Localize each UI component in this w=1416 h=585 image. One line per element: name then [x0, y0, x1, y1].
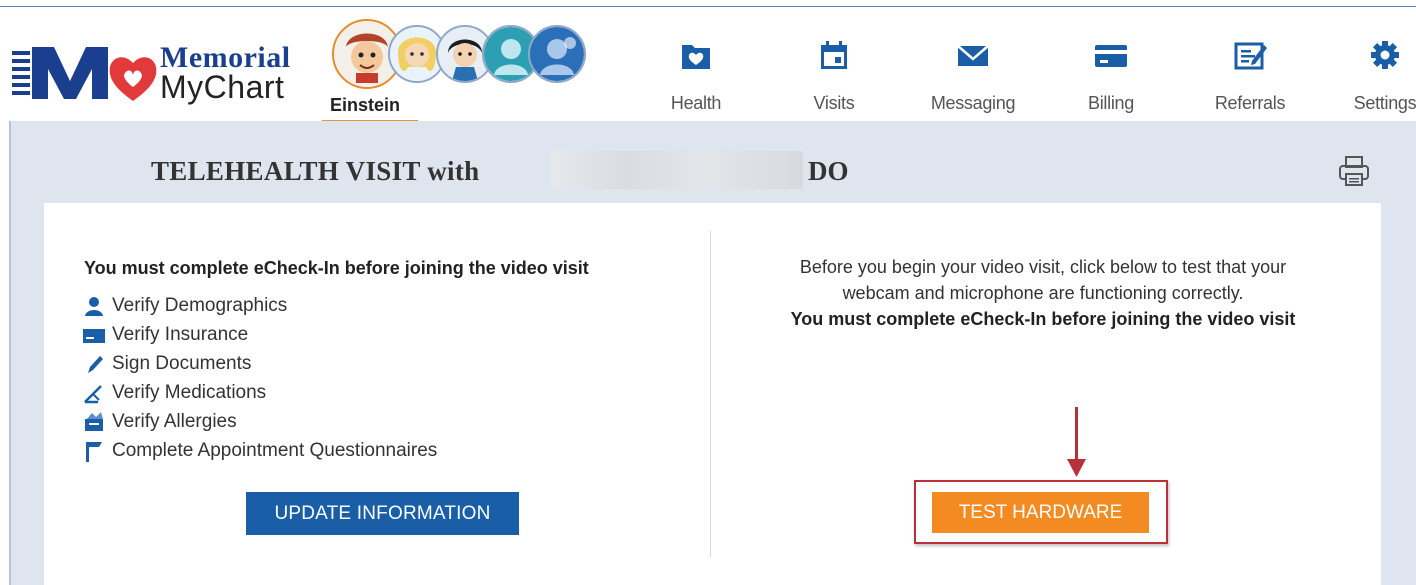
instructions-warning: You must complete eCheck-In before joini…: [790, 309, 1296, 329]
annotation-arrow-down-icon: [1067, 407, 1086, 477]
credit-card-icon: [1095, 45, 1127, 67]
logo-m-heart-icon: [12, 47, 157, 101]
echeckin-checklist: Verify Demographics Verify Insurance Sig…: [82, 291, 437, 465]
provider-credential: DO: [808, 156, 849, 186]
list-item[interactable]: Verify Medications: [82, 378, 437, 407]
list-item[interactable]: Sign Documents: [82, 349, 437, 378]
nav-referrals-label: Referrals: [1214, 93, 1286, 113]
logo-text-mychart: MyChart: [160, 69, 285, 105]
nav-settings[interactable]: Settings: [1325, 35, 1416, 114]
telehealth-card: You must complete eCheck-In before joini…: [44, 203, 1381, 585]
instructions-line-2: webcam and microphone are functioning co…: [842, 283, 1244, 303]
nav-billing-label: Billing: [1088, 93, 1134, 113]
list-item[interactable]: Verify Allergies: [82, 407, 437, 436]
page-title: TELEHEALTH VISIT with: [151, 156, 480, 186]
echeckin-heading: You must complete eCheck-In before joini…: [84, 258, 589, 278]
avatar-blue[interactable]: [528, 25, 586, 83]
nav-visits-label: Visits: [813, 93, 855, 113]
envelope-icon: [957, 45, 989, 66]
account-name[interactable]: Einstein: [330, 95, 400, 116]
nav-referrals[interactable]: Referrals: [1190, 35, 1310, 114]
nav-billing[interactable]: Billing: [1051, 35, 1171, 114]
redacted-provider-name: [551, 151, 803, 189]
memorial-mychart-logo[interactable]: Memorial MyChart: [12, 43, 312, 107]
header: Memorial MyChart Einstein Health Visits …: [0, 7, 1416, 124]
nav-settings-label: Settings: [1353, 93, 1416, 113]
nav-messaging-label: Messaging: [930, 93, 1016, 113]
list-item[interactable]: Verify Insurance: [82, 320, 437, 349]
list-item-label: Verify Demographics: [112, 294, 288, 316]
print-icon[interactable]: [1336, 153, 1372, 189]
panel-divider: [710, 231, 711, 557]
instructions-line-1: Before you begin your video visit, click…: [799, 257, 1287, 277]
hardware-instructions: Before you begin your video visit, click…: [712, 254, 1374, 332]
questionnaire-icon: [86, 441, 102, 462]
pen-icon: [88, 355, 103, 373]
test-hardware-button[interactable]: TEST HARDWARE: [932, 492, 1149, 533]
update-information-button[interactable]: UPDATE INFORMATION: [246, 492, 519, 535]
nav-visits[interactable]: Visits: [774, 35, 894, 114]
list-item[interactable]: Verify Demographics: [82, 291, 437, 320]
medication-icon: [84, 384, 102, 403]
list-item[interactable]: Complete Appointment Questionnaires: [82, 436, 437, 465]
list-item-label: Verify Medications: [112, 381, 267, 403]
proxy-avatars: [332, 19, 586, 97]
gear-icon: [1371, 41, 1399, 69]
folder-heart-icon: [682, 45, 710, 69]
instructions-line-3: You must complete eCheck-In before joini…: [712, 306, 1374, 332]
list-item-label: Complete Appointment Questionnaires: [112, 439, 438, 461]
list-item-label: Verify Insurance: [112, 323, 249, 345]
list-item-label: Verify Allergies: [112, 410, 237, 432]
insurance-card-icon: [83, 328, 105, 343]
list-item-label: Sign Documents: [112, 352, 252, 374]
nav-health[interactable]: Health: [636, 35, 756, 114]
calendar-icon: [821, 41, 847, 69]
person-icon: [85, 296, 103, 316]
allergies-icon: [85, 411, 103, 431]
nav-messaging[interactable]: Messaging: [913, 35, 1033, 114]
highlight-box: TEST HARDWARE: [914, 480, 1168, 544]
edit-document-icon: [1234, 42, 1267, 70]
main-content: TELEHEALTH VISIT with DO You must comple…: [9, 121, 1416, 585]
nav-health-label: Health: [670, 93, 722, 113]
